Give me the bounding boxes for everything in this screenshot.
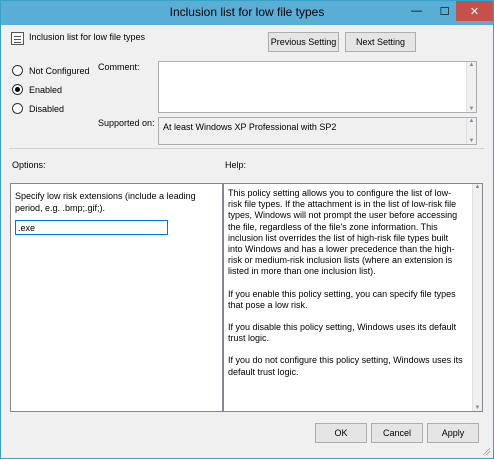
- scroll-up-icon[interactable]: ▲: [469, 118, 475, 124]
- radio-disabled-control[interactable]: [12, 103, 23, 114]
- scroll-down-icon[interactable]: ▼: [475, 405, 481, 411]
- section-divider: [9, 148, 484, 149]
- ok-button[interactable]: OK: [315, 423, 367, 443]
- options-description: Specify low risk extensions (include a l…: [15, 191, 196, 213]
- supported-on-scrollbar[interactable]: ▲ ▼: [466, 118, 476, 144]
- scroll-down-icon[interactable]: ▼: [469, 138, 475, 144]
- comment-label: Comment:: [98, 62, 140, 72]
- scroll-up-icon[interactable]: ▲: [469, 62, 475, 68]
- supported-on-field: At least Windows XP Professional with SP…: [158, 117, 477, 145]
- help-paragraph: If you do not configure this policy sett…: [228, 355, 463, 377]
- title-bar[interactable]: Inclusion list for low file types — ☐ ✕: [1, 1, 493, 25]
- cancel-button[interactable]: Cancel: [371, 423, 423, 443]
- scroll-down-icon[interactable]: ▼: [469, 106, 475, 112]
- extensions-input[interactable]: .exe: [15, 220, 168, 235]
- scroll-up-icon[interactable]: ▲: [475, 184, 481, 190]
- apply-button[interactable]: Apply: [427, 423, 479, 443]
- radio-enabled-control[interactable]: [12, 84, 23, 95]
- resize-grip-icon[interactable]: [482, 447, 490, 455]
- supported-on-value: At least Windows XP Professional with SP…: [163, 122, 337, 132]
- radio-disabled-label: Disabled: [29, 103, 65, 114]
- previous-setting-button[interactable]: Previous Setting: [268, 32, 339, 52]
- options-pane: Specify low risk extensions (include a l…: [10, 183, 223, 412]
- policy-name: Inclusion list for low file types: [29, 32, 146, 42]
- help-text: This policy setting allows you to config…: [228, 188, 464, 389]
- help-label: Help:: [225, 160, 247, 170]
- policy-document-icon: [11, 32, 24, 45]
- radio-enabled[interactable]: Enabled: [12, 84, 62, 95]
- dialog-window: Inclusion list for low file types — ☐ ✕ …: [0, 0, 494, 459]
- options-label: Options:: [12, 160, 46, 170]
- radio-not-configured-label: Not Configured: [29, 65, 90, 76]
- comment-field[interactable]: ▲ ▼: [158, 61, 477, 113]
- radio-not-configured[interactable]: Not Configured: [12, 65, 90, 76]
- radio-disabled[interactable]: Disabled: [12, 103, 64, 114]
- maximize-icon[interactable]: ☐: [431, 1, 458, 21]
- help-paragraph: If you disable this policy setting, Wind…: [228, 322, 457, 344]
- radio-not-configured-control[interactable]: [12, 65, 23, 76]
- help-pane: This policy setting allows you to config…: [223, 183, 483, 412]
- close-icon[interactable]: ✕: [456, 1, 493, 21]
- help-scrollbar[interactable]: ▲ ▼: [472, 184, 482, 411]
- next-setting-button[interactable]: Next Setting: [345, 32, 416, 52]
- radio-enabled-label: Enabled: [29, 84, 63, 95]
- comment-scrollbar[interactable]: ▲ ▼: [466, 62, 476, 112]
- help-paragraph: If you enable this policy setting, you c…: [228, 288, 456, 310]
- help-paragraph: This policy setting allows you to config…: [228, 188, 458, 277]
- supported-on-label: Supported on:: [98, 118, 155, 128]
- minimize-icon[interactable]: —: [403, 1, 430, 21]
